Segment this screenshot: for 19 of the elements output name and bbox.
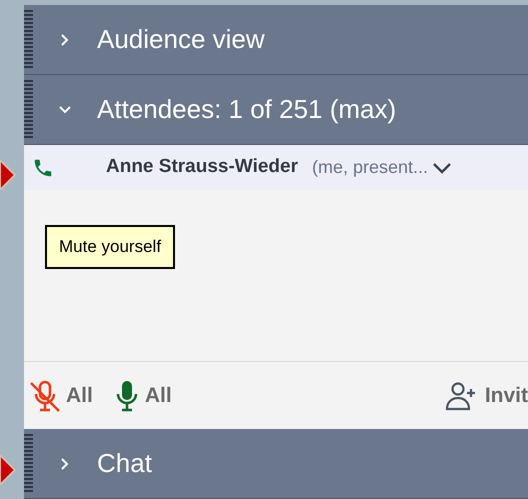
grip-handle-icon[interactable] bbox=[24, 10, 33, 70]
grip-handle-icon[interactable] bbox=[24, 80, 33, 140]
panel-header[interactable]: Chat bbox=[24, 429, 528, 499]
add-person-icon bbox=[444, 380, 477, 410]
attendee-row[interactable]: Anne Strauss-Wieder (me, present... bbox=[24, 145, 528, 190]
invite-button[interactable]: Invit bbox=[444, 380, 528, 412]
panel-header[interactable]: Audience view bbox=[24, 5, 528, 75]
mute-all-button[interactable]: All bbox=[30, 380, 93, 412]
chevron-down-icon[interactable] bbox=[432, 160, 452, 174]
pointer-arrow-icon bbox=[0, 455, 16, 485]
unmute-all-button[interactable]: All bbox=[114, 380, 172, 412]
panel-header[interactable]: Attendees: 1 of 251 (max) bbox=[24, 75, 528, 145]
muted-microphone-icon bbox=[30, 380, 60, 412]
attendee-role: (me, present... bbox=[312, 156, 428, 179]
attendee-name: Anne Strauss-Wieder bbox=[106, 155, 298, 180]
pointer-arrow-icon bbox=[0, 160, 16, 190]
grip-handle-icon[interactable] bbox=[24, 434, 33, 494]
microphone-icon bbox=[114, 380, 139, 412]
tooltip: Mute yourself bbox=[45, 225, 176, 268]
